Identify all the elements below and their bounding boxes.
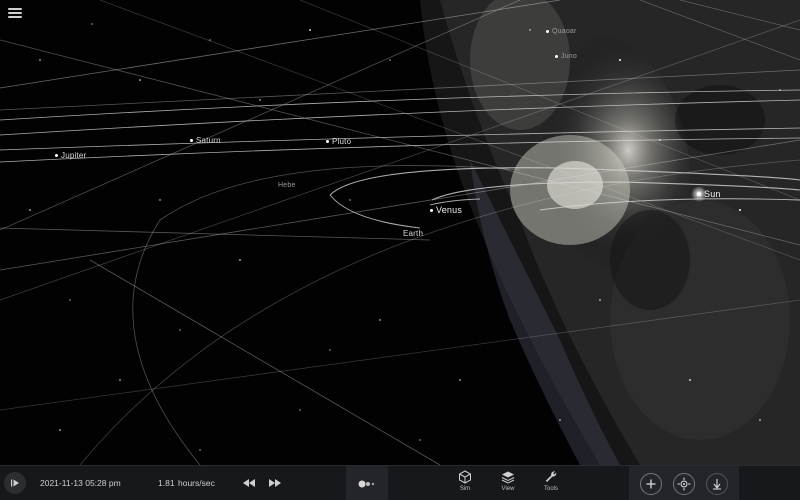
hamburger-menu-icon[interactable] [6, 6, 24, 22]
time-rate-value[interactable]: 1.81 [158, 478, 175, 488]
label-juno[interactable]: Juno [555, 53, 577, 60]
planet-system-button[interactable] [346, 466, 388, 500]
venus-dot [430, 209, 433, 213]
jupiter-dot [55, 154, 58, 158]
sun-name: Sun [704, 189, 721, 199]
milky-way-background [420, 0, 800, 465]
recenter-button[interactable] [672, 472, 695, 495]
label-pluto[interactable]: Pluto [326, 137, 351, 146]
planet-system-icon [358, 480, 375, 487]
tools-menu-button[interactable]: Tools [536, 470, 566, 498]
label-jupiter[interactable]: Jupiter [55, 151, 86, 160]
hebe-name: Hebe [278, 182, 296, 189]
view-menu-button[interactable]: View [493, 470, 523, 498]
pluto-dot [326, 140, 329, 144]
jupiter-name: Jupiter [61, 151, 87, 160]
label-hebe[interactable]: Hebe [278, 182, 296, 189]
gravity-button[interactable] [705, 472, 728, 495]
view-label: View [501, 486, 515, 492]
sim-menu-button[interactable]: Sim [450, 470, 480, 498]
pluto-name: Pluto [332, 137, 352, 146]
venus-name: Venus [436, 205, 463, 215]
label-quaoar[interactable]: Quaoar [546, 28, 577, 35]
juno-name: Juno [561, 53, 577, 60]
zoom-in-button[interactable] [640, 472, 663, 495]
bottom-toolbar: 2021-11-13 05:28 pm 1.81 hours/sec Sim V… [0, 465, 800, 500]
right-toolbar-group [629, 466, 739, 500]
gravity-icon [712, 478, 721, 490]
earth-name: Earth [403, 229, 424, 238]
play-pause-button[interactable] [0, 466, 30, 500]
rewind-icon [243, 479, 255, 487]
orbit-canvas [0, 0, 800, 465]
juno-dot [555, 54, 558, 58]
play-pause-icon [4, 472, 26, 494]
sim-label: Sim [459, 486, 471, 492]
wrench-icon [545, 471, 557, 482]
fast-forward-button[interactable] [262, 470, 288, 496]
cube-icon [459, 470, 471, 484]
rewind-button[interactable] [236, 470, 262, 496]
layers-icon [501, 471, 515, 484]
label-earth[interactable]: Earth [403, 229, 423, 238]
saturn-dot [190, 139, 193, 143]
recenter-icon [677, 477, 691, 490]
quaoar-name: Quaoar [552, 28, 577, 35]
label-sun[interactable]: Sun [704, 189, 721, 199]
space-viewport[interactable]: Quaoar Juno Saturn Pluto Jupiter Hebe Su… [0, 0, 800, 465]
sim-datetime[interactable]: 2021-11-13 05:28 pm [40, 478, 150, 488]
saturn-name: Saturn [196, 136, 221, 145]
sun-body [696, 191, 702, 197]
time-rate-unit[interactable]: hours/sec [178, 478, 236, 488]
quaoar-dot [546, 29, 549, 33]
label-venus[interactable]: Venus [430, 205, 462, 215]
fast-forward-icon [269, 479, 281, 487]
tools-label: Tools [543, 486, 558, 492]
label-saturn[interactable]: Saturn [190, 136, 221, 145]
zoom-in-icon [646, 479, 656, 488]
